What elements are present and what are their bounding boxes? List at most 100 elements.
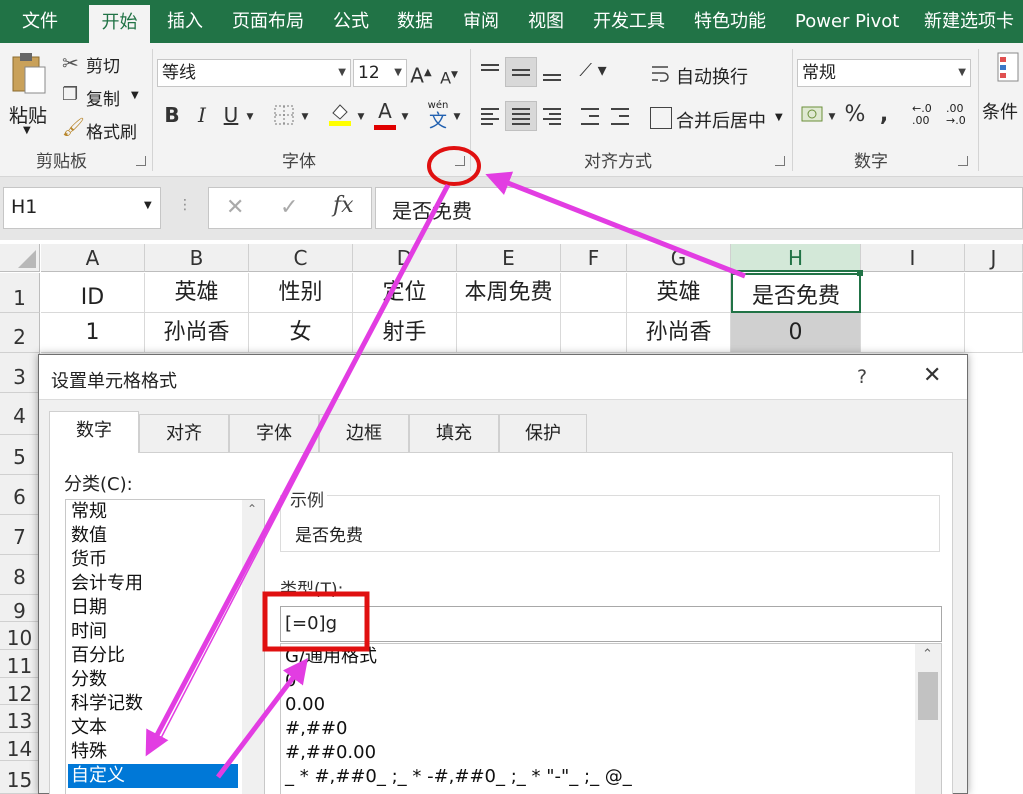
tab-home[interactable]: 开始 — [89, 5, 150, 43]
cell-d2[interactable]: 射手 — [353, 313, 457, 353]
cell-b1[interactable]: 英雄 — [145, 273, 249, 313]
column-header-i[interactable]: I — [861, 244, 965, 272]
row-header-11[interactable]: 11 — [0, 650, 40, 678]
cell-a1[interactable]: ID — [41, 273, 145, 313]
middle-align-icon[interactable] — [509, 61, 533, 85]
row-header-6[interactable]: 6 — [0, 475, 40, 515]
type-input[interactable]: [=0]g — [280, 606, 942, 642]
row-header-14[interactable]: 14 — [0, 733, 40, 761]
align-right-icon[interactable] — [540, 105, 564, 129]
font-launcher-icon[interactable] — [455, 156, 465, 166]
type-list-scrollbar[interactable]: ⌃ — [915, 644, 941, 794]
cell-e1[interactable]: 本周免费 — [457, 273, 561, 313]
merge-center-button[interactable]: 合并后居中 — [676, 107, 766, 133]
cell-i1[interactable] — [861, 273, 965, 313]
align-center-icon[interactable] — [509, 105, 533, 129]
font-name-combo[interactable]: 等线 ▼ — [157, 59, 351, 87]
tab-view[interactable]: 视图 — [528, 0, 564, 43]
type-list-item[interactable]: _ * #,##0_ ;_ * -#,##0_ ;_ * "-"_ ;_ @_ — [285, 765, 632, 789]
font-size-combo[interactable]: 12 ▼ — [353, 59, 407, 87]
name-box[interactable]: H1 ▼ — [3, 187, 161, 229]
close-button[interactable]: ✕ — [923, 363, 941, 388]
font-color-button[interactable]: A — [372, 97, 398, 130]
row-header-8[interactable]: 8 — [0, 555, 40, 595]
phonetic-dropdown-icon[interactable]: ▼ — [451, 103, 463, 131]
tab-new[interactable]: 新建选项卡 — [924, 0, 1014, 43]
row-header-5[interactable]: 5 — [0, 435, 40, 475]
cell-c1[interactable]: 性别 — [249, 273, 353, 313]
row-header-15[interactable]: 15 — [0, 761, 40, 794]
cell-i2[interactable] — [861, 313, 965, 353]
border-dropdown-icon[interactable]: ▼ — [299, 103, 311, 131]
tab-power-pivot[interactable]: Power Pivot — [795, 0, 899, 43]
type-list[interactable]: G/通用格式 0 0.00 #,##0 #,##0.00 _ * #,##0_ … — [280, 643, 942, 794]
dialog-tab-number[interactable]: 数字 — [49, 411, 139, 453]
decrease-decimal-button[interactable]: .00 →.0 — [946, 103, 972, 131]
merge-dropdown-icon[interactable]: ▼ — [775, 112, 783, 123]
decrease-indent-icon[interactable] — [578, 105, 602, 129]
increase-indent-icon[interactable] — [608, 105, 632, 129]
shrink-font-button[interactable]: A▼ — [438, 61, 460, 89]
category-item[interactable]: 分数 — [68, 668, 107, 692]
category-item[interactable]: 数值 — [68, 524, 107, 548]
category-item[interactable]: 日期 — [68, 596, 107, 620]
paste-button[interactable]: 粘贴 ▼ — [6, 49, 52, 141]
row-header-2[interactable]: 2 — [0, 313, 40, 353]
cell-h2[interactable]: 0 — [731, 313, 861, 353]
cell-c2[interactable]: 女 — [249, 313, 353, 353]
font-color-dropdown-icon[interactable]: ▼ — [399, 103, 411, 131]
tab-formulas[interactable]: 公式 — [333, 0, 369, 43]
column-header-h[interactable]: H — [731, 244, 861, 272]
alignment-launcher-icon[interactable] — [775, 156, 785, 166]
wrap-text-button[interactable]: 自动换行 — [676, 63, 748, 89]
tab-data[interactable]: 数据 — [397, 0, 433, 43]
tab-insert[interactable]: 插入 — [167, 0, 203, 43]
column-header-d[interactable]: D — [353, 244, 457, 272]
fill-dropdown-icon[interactable]: ▼ — [355, 103, 367, 131]
type-list-item[interactable]: 0 — [285, 669, 296, 693]
increase-decimal-button[interactable]: ←.0.00 — [912, 103, 938, 131]
cell-g1[interactable]: 英雄 — [627, 273, 731, 313]
column-header-c[interactable]: C — [249, 244, 353, 272]
dialog-tab-fill[interactable]: 填充 — [409, 414, 499, 452]
category-scrollbar[interactable]: ⌃ — [242, 500, 264, 794]
row-header-3[interactable]: 3 — [0, 353, 40, 393]
number-launcher-icon[interactable] — [958, 156, 968, 166]
cell-b2[interactable]: 孙尚香 — [145, 313, 249, 353]
copy-dropdown-icon[interactable]: ▼ — [131, 90, 139, 101]
italic-button[interactable]: I — [190, 101, 214, 129]
formula-input[interactable]: 是否免费 — [375, 187, 1023, 229]
scroll-up-icon[interactable]: ⌃ — [922, 647, 933, 662]
category-item[interactable]: 货币 — [68, 548, 107, 572]
bottom-align-icon[interactable] — [540, 61, 564, 85]
cell-h1-active[interactable]: 是否免费 — [731, 273, 861, 313]
confirm-icon[interactable]: ✓ — [280, 195, 298, 220]
category-item[interactable]: 会计专用 — [68, 572, 143, 596]
format-painter-button[interactable]: 格式刷 — [86, 118, 137, 143]
category-item[interactable]: 时间 — [68, 620, 107, 644]
border-button[interactable] — [270, 101, 298, 129]
cell-j1[interactable] — [965, 273, 1023, 313]
percent-button[interactable]: % — [843, 101, 867, 129]
accounting-format-button[interactable] — [798, 101, 826, 129]
dialog-title-bar[interactable]: 设置单元格格式 ? ✕ — [39, 355, 967, 400]
cell-d1[interactable]: 定位 — [353, 273, 457, 313]
select-all-corner[interactable] — [0, 244, 40, 272]
phonetic-button[interactable]: wén 文 — [425, 101, 451, 133]
column-header-g[interactable]: G — [627, 244, 731, 272]
category-item[interactable]: 百分比 — [68, 644, 125, 668]
copy-button[interactable]: 复制 — [86, 85, 120, 110]
cell-e2[interactable] — [457, 313, 561, 353]
dialog-tab-border[interactable]: 边框 — [319, 414, 409, 452]
dialog-tab-alignment[interactable]: 对齐 — [139, 414, 229, 452]
category-item[interactable]: 文本 — [68, 716, 107, 740]
fill-handle[interactable] — [857, 270, 863, 276]
row-header-1[interactable]: 1 — [0, 273, 40, 313]
accounting-dropdown-icon[interactable]: ▼ — [826, 103, 838, 131]
cancel-icon[interactable]: ✕ — [226, 195, 244, 220]
align-left-icon[interactable] — [478, 105, 502, 129]
scrollbar-thumb[interactable] — [918, 672, 938, 720]
type-list-item[interactable]: 0.00 — [285, 693, 325, 717]
tab-review[interactable]: 审阅 — [463, 0, 499, 43]
top-align-icon[interactable] — [478, 61, 502, 85]
